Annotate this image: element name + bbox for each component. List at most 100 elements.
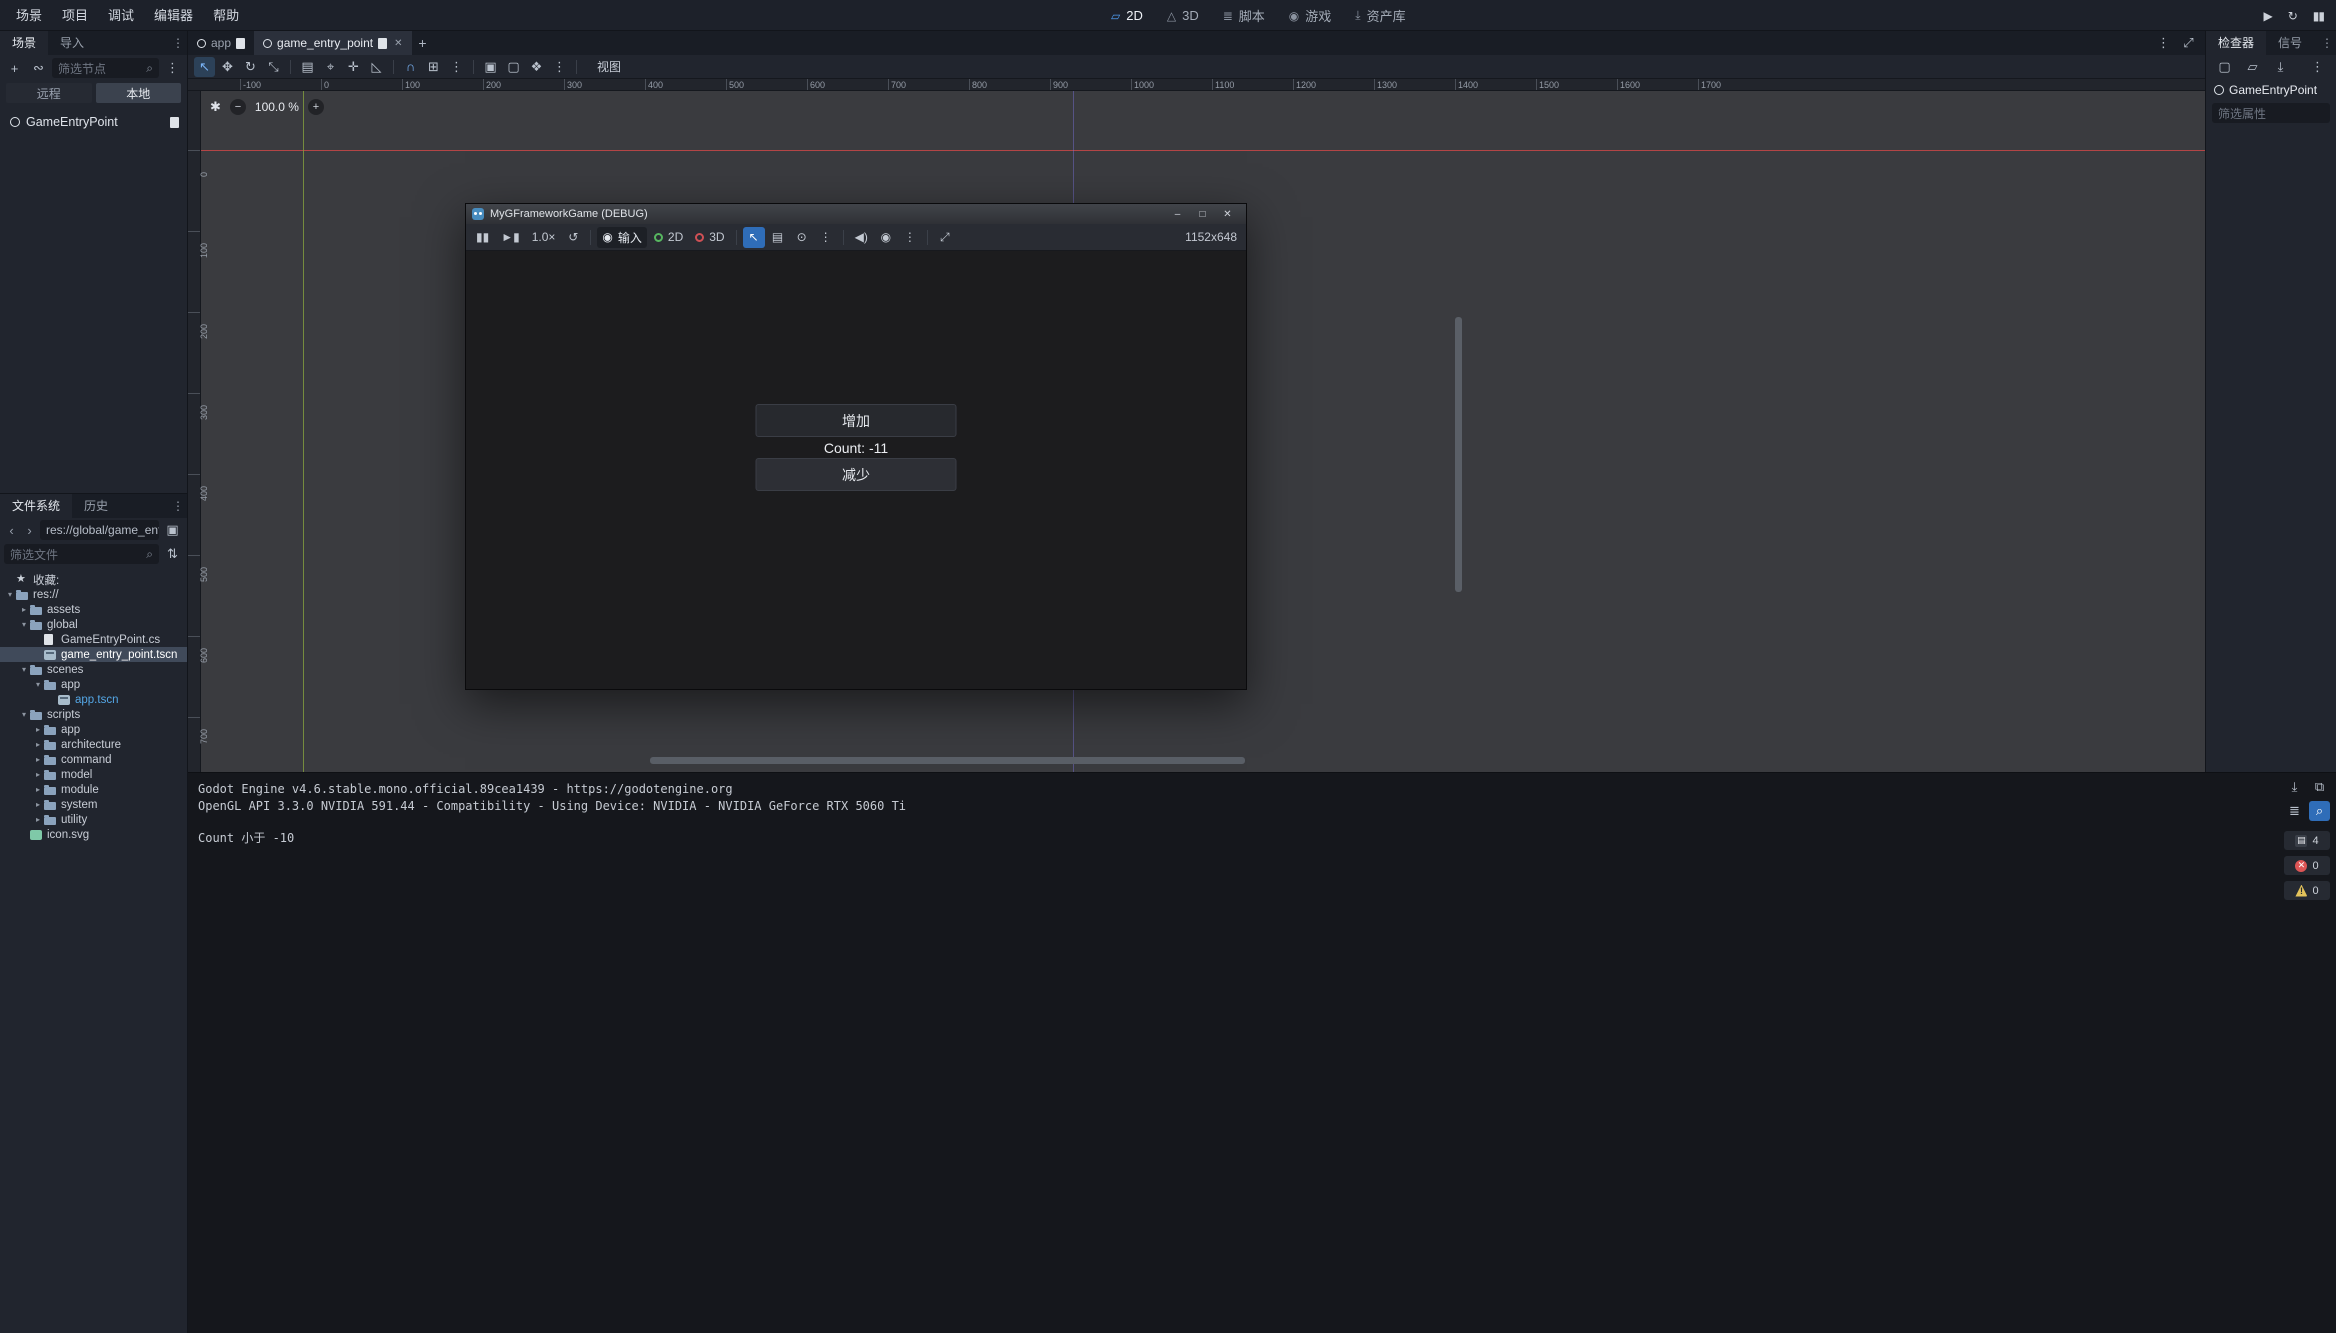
expand-arrow-icon[interactable]: ▸ <box>32 755 44 764</box>
file-tree-item[interactable]: 收藏: <box>0 572 187 587</box>
embed-fullscreen-icon[interactable]: ⤢ <box>934 227 956 248</box>
visibility-icon[interactable]: ⊙ <box>791 227 813 248</box>
screen-3d-button[interactable]: △ 3D <box>1156 0 1210 31</box>
file-tree-item[interactable]: ▾ scripts <box>0 707 187 722</box>
close-icon[interactable]: ✕ <box>1215 205 1240 223</box>
file-tree-item[interactable]: GameEntryPoint.cs <box>0 632 187 647</box>
rotate-tool-icon[interactable]: ↻ <box>240 57 261 77</box>
expand-viewport-icon[interactable]: ⤢ <box>2178 33 2199 53</box>
filter-nodes-input[interactable]: 筛选节点 ⌕ <box>52 58 159 78</box>
file-tree-item[interactable]: ▸ architecture <box>0 737 187 752</box>
tab-scene[interactable]: 场景 <box>0 31 48 55</box>
collapse-list-icon[interactable]: ≣ <box>2284 801 2305 821</box>
file-tree-item[interactable]: icon.svg <box>0 827 187 842</box>
remote-button[interactable]: 远程 <box>6 83 92 103</box>
selection-list-icon[interactable]: ▤ <box>767 227 789 248</box>
file-tree-item[interactable]: ▾ app <box>0 677 187 692</box>
expand-arrow-icon[interactable]: ▾ <box>18 620 30 629</box>
input-mode-button[interactable]: ◉ 输入 <box>597 227 647 248</box>
add-node-button[interactable]: + <box>4 58 25 78</box>
zoom-level-label[interactable]: 100.0 % <box>255 100 299 114</box>
nav-back-icon[interactable]: ‹ <box>4 523 19 538</box>
expand-arrow-icon[interactable]: ▾ <box>18 710 30 719</box>
lock-icon[interactable]: ▣ <box>480 57 501 77</box>
pan-tool-icon[interactable]: ✛ <box>343 57 364 77</box>
expand-arrow-icon[interactable]: ▸ <box>32 725 44 734</box>
file-tree-item[interactable]: ▸ command <box>0 752 187 767</box>
grid-snap-icon[interactable]: ⊞ <box>423 57 444 77</box>
expand-arrow-icon[interactable]: ▸ <box>32 770 44 779</box>
screen-2d-button[interactable]: ▱ 2D <box>1100 0 1154 31</box>
file-tree-item[interactable]: ▸ model <box>0 767 187 782</box>
copy-log-icon[interactable]: ⧉ <box>2309 777 2330 797</box>
pause-game-icon[interactable]: ▮▮ <box>471 227 494 248</box>
asset-library-button[interactable]: ⤓ 资产库 <box>1344 0 1416 31</box>
tab-import[interactable]: 导入 <box>48 31 96 55</box>
split-mode-icon[interactable]: ▣ <box>162 520 183 540</box>
save-log-icon[interactable]: ⤓ <box>2284 777 2305 797</box>
save-resource-icon[interactable]: ⤓ <box>2270 57 2291 77</box>
center-view-icon[interactable]: ✱ <box>210 99 221 115</box>
file-tree-item[interactable]: ▾ scenes <box>0 662 187 677</box>
expand-arrow-icon[interactable]: ▾ <box>18 665 30 674</box>
snap-options-icon[interactable]: ⋮ <box>446 57 467 77</box>
increase-button[interactable]: 增加 <box>756 404 957 437</box>
move-tool-icon[interactable]: ✥ <box>217 57 238 77</box>
unlock-icon[interactable]: ▢ <box>503 57 524 77</box>
pick-2d-button[interactable]: 2D <box>649 227 688 248</box>
expand-arrow-icon[interactable]: ▾ <box>32 680 44 689</box>
tab-filesystem[interactable]: 文件系统 <box>0 494 72 518</box>
ruler-tool-icon[interactable]: ◺ <box>366 57 387 77</box>
group-icon[interactable]: ❖ <box>526 57 547 77</box>
selection-options-icon[interactable]: ⋮ <box>815 227 837 248</box>
canvas-horizontal-scrollbar[interactable] <box>650 757 1245 764</box>
select-tool-icon[interactable]: ↖ <box>194 57 215 77</box>
view-menu-button[interactable]: 视图 <box>589 58 629 75</box>
camera-override-icon[interactable]: ◉ <box>875 227 897 248</box>
nav-forward-icon[interactable]: › <box>22 523 37 538</box>
menu-debug[interactable]: 调试 <box>98 0 144 31</box>
select-mode-icon[interactable]: ↖ <box>743 227 765 248</box>
pivot-tool-icon[interactable]: ⌖ <box>320 57 341 77</box>
tab-signal[interactable]: 信号 <box>2266 31 2314 55</box>
file-tree-item[interactable]: ▸ app <box>0 722 187 737</box>
expand-arrow-icon[interactable]: ▸ <box>18 605 30 614</box>
expand-arrow-icon[interactable]: ▸ <box>32 740 44 749</box>
list-select-icon[interactable]: ▤ <box>297 57 318 77</box>
new-resource-icon[interactable]: ▢ <box>2214 57 2235 77</box>
sort-files-icon[interactable]: ⇅ <box>162 544 183 564</box>
decrease-button[interactable]: 减少 <box>756 458 957 491</box>
scene-dock-more-icon[interactable]: ⋮ <box>169 36 187 50</box>
scene-tab-game-entry-point[interactable]: game_entry_point ✕ <box>254 31 411 55</box>
search-log-icon[interactable]: ⌕ <box>2309 801 2330 821</box>
scene-tab-app[interactable]: app <box>188 31 254 55</box>
next-frame-icon[interactable]: ►▮ <box>496 227 524 248</box>
play-icon[interactable]: ▶ <box>2263 9 2271 23</box>
expand-arrow-icon[interactable]: ▸ <box>32 815 44 824</box>
file-tree-item[interactable]: app.tscn <box>0 692 187 707</box>
file-tree-item[interactable]: ▸ utility <box>0 812 187 827</box>
expand-arrow-icon[interactable]: ▾ <box>4 590 16 599</box>
minimize-icon[interactable]: – <box>1165 205 1190 223</box>
smart-snap-icon[interactable]: ∩ <box>400 57 421 77</box>
menu-help[interactable]: 帮助 <box>203 0 249 31</box>
local-button[interactable]: 本地 <box>96 83 182 103</box>
pause-icon[interactable]: ▮▮ <box>2313 9 2324 23</box>
camera-options-icon[interactable]: ⋮ <box>899 227 921 248</box>
file-tree-item[interactable]: ▾ res:// <box>0 587 187 602</box>
filter-files-input[interactable]: 筛选文件 ⌕ <box>4 544 159 564</box>
inspector-tools-icon[interactable]: ⋮ <box>2307 57 2328 77</box>
attached-script-icon[interactable] <box>170 117 179 128</box>
file-tree-item[interactable]: game_entry_point.tscn <box>0 647 187 662</box>
instantiate-scene-icon[interactable]: ∾ <box>28 58 49 78</box>
messages-badge[interactable]: ▤ 4 <box>2284 831 2330 850</box>
file-tree-item[interactable]: ▸ module <box>0 782 187 797</box>
screen-script-button[interactable]: ≣ 脚本 <box>1212 0 1276 31</box>
new-scene-tab-button[interactable]: + <box>412 35 434 51</box>
zoom-out-button[interactable]: − <box>230 99 246 115</box>
load-resource-icon[interactable]: ▱ <box>2242 57 2263 77</box>
menu-editor[interactable]: 编辑器 <box>144 0 203 31</box>
expand-arrow-icon[interactable]: ▸ <box>32 800 44 809</box>
menu-scene[interactable]: 场景 <box>6 0 52 31</box>
expand-arrow-icon[interactable]: ▸ <box>32 785 44 794</box>
